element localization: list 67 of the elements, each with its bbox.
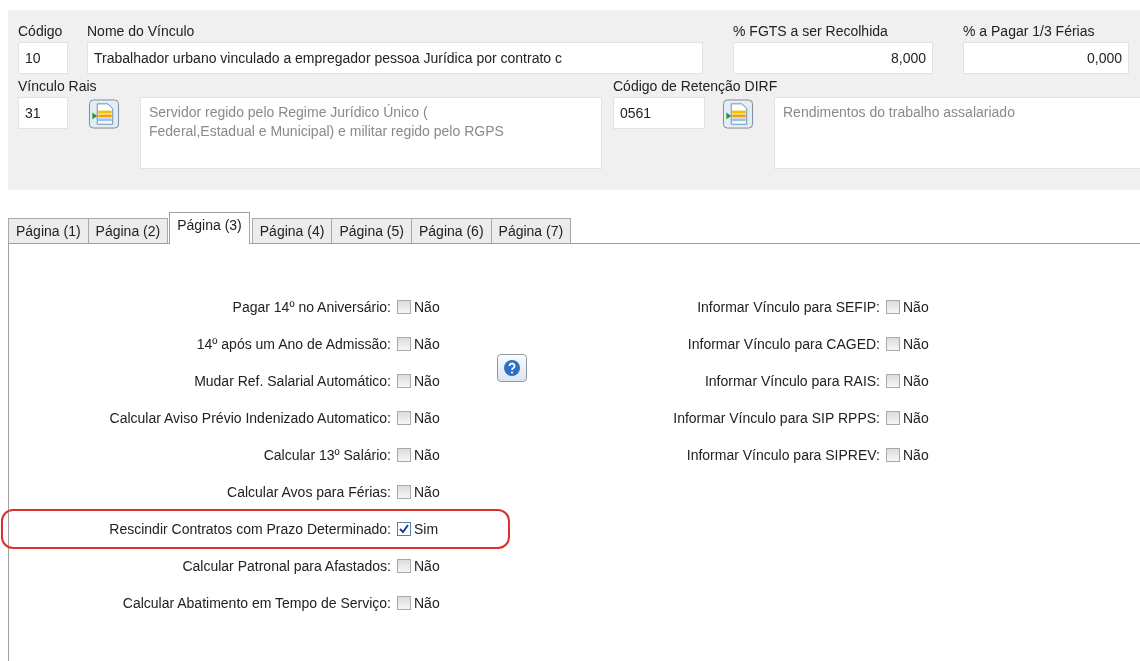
description-field: Rendimentos do trabalho assalariado [774,97,1140,169]
tab[interactable]: Página (1) [8,218,89,243]
tab[interactable]: Página (3) [169,212,250,244]
field-label: Vínculo Rais [18,77,98,96]
option-value: Sim [414,521,440,537]
tab[interactable]: Página (7) [490,218,572,243]
field-label: % FGTS a ser Recolhida [733,22,889,41]
option-value: Não [414,447,441,463]
option-value: Não [903,410,930,426]
field-label: % a Pagar 1/3 Férias [963,22,1096,41]
option-value: Não [903,336,930,352]
field-label: Código de Retenção DIRF [613,77,779,96]
checkbox[interactable] [886,448,900,462]
option-value: Não [414,373,441,389]
checkbox[interactable] [397,411,411,425]
checkbox[interactable] [397,522,411,536]
checkbox[interactable] [886,337,900,351]
tab[interactable]: Página (2) [87,218,169,243]
option-value: Não [414,410,441,426]
checkbox[interactable] [397,448,411,462]
tab[interactable]: Página (6) [410,218,492,243]
checkbox[interactable] [397,485,411,499]
checkbox[interactable] [397,559,411,573]
option-value: Não [414,299,441,315]
checkbox[interactable] [397,300,411,314]
checkbox[interactable] [397,374,411,388]
checkbox[interactable] [886,300,900,314]
tab[interactable]: Página (4) [251,218,333,243]
option-label: Informar Vínculo para SIPREV: [685,447,880,463]
option-label: Calcular Avos para Férias: [226,484,391,500]
ferias-field[interactable]: 0,000 [963,42,1129,74]
option-label: Calcular Patronal para Afastados: [181,558,391,574]
option-value: Não [903,447,930,463]
fgts-field[interactable]: 8,000 [733,42,933,74]
checkbox[interactable] [886,374,900,388]
checkbox[interactable] [886,411,900,425]
option-label: Informar Vínculo para SEFIP: [696,299,880,315]
list-lookup-icon[interactable] [88,99,120,130]
option-label: Calcular Aviso Prévio Indenizado Automatico: [108,410,391,426]
option-label: Calcular 13º Salário: [262,447,391,463]
field-label: Nome do Vínculo [87,22,196,41]
option-label: Informar Vínculo para RAIS: [703,373,880,389]
checkbox[interactable] [397,337,411,351]
tab[interactable]: Página (5) [331,218,412,243]
list-lookup-icon[interactable] [722,99,754,130]
description-field: Servidor regido pelo Regime Jurídico Único ( Federal,Estadual e Municipal) e militar regido pelo RGPS [140,97,602,169]
field-label: Código [18,22,64,41]
code-field[interactable]: 10 [18,42,68,74]
code-field[interactable]: 0561 [613,97,705,129]
option-label: 14º após um Ano de Admissão: [195,336,391,352]
option-label: Informar Vínculo para SIP RPPS: [672,410,880,426]
option-value: Não [903,299,930,315]
checkbox[interactable] [397,596,411,610]
option-value: Não [414,336,441,352]
option-value: Não [414,484,441,500]
option-label: Rescindir Contratos com Prazo Determinado: [108,521,391,537]
help-icon [503,359,521,377]
option-label: Mudar Ref. Salarial Automático: [193,373,391,389]
option-label: Calcular Abatimento em Tempo de Serviço: [121,595,391,611]
option-label: Pagar 14º no Aniversário: [231,299,391,315]
name-field[interactable]: Trabalhador urbano vinculado a empregador pessoa Jurídica por contrato c [87,42,703,74]
code-field[interactable]: 31 [18,97,68,129]
option-label: Informar Vínculo para CAGED: [686,336,880,352]
option-value: Não [414,595,441,611]
option-value: Não [903,373,930,389]
help-button[interactable] [497,354,527,382]
option-value: Não [414,558,441,574]
